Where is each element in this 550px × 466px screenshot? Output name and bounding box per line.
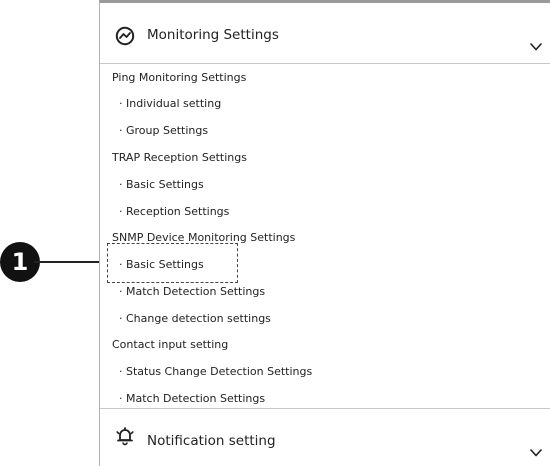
menu-item-group-settings[interactable]: · Group Settings <box>100 118 208 144</box>
menu-item-individual-setting[interactable]: · Individual setting <box>100 91 221 117</box>
chevron-down-icon[interactable] <box>530 442 542 457</box>
callout-leader-line <box>34 261 107 263</box>
chevron-down-icon[interactable] <box>530 36 542 51</box>
settings-menu-panel: Monitoring Settings Ping Monitoring Sett… <box>99 0 550 466</box>
monitoring-settings-title: Monitoring Settings <box>147 27 279 43</box>
notification-setting-header[interactable]: Notification setting <box>100 408 550 466</box>
chart-trend-icon <box>115 26 135 46</box>
menu-item-snmp-basic-settings[interactable]: · Basic Settings <box>100 252 204 278</box>
menu-item-reception-settings[interactable]: · Reception Settings <box>100 199 229 225</box>
menu-item-ping-monitoring-settings[interactable]: Ping Monitoring Settings <box>100 65 246 91</box>
monitoring-settings-header[interactable]: Monitoring Settings <box>100 6 550 64</box>
menu-item-change-detection-settings[interactable]: · Change detection settings <box>100 306 271 332</box>
menu-item-contact-input-setting[interactable]: Contact input setting <box>100 332 228 358</box>
notification-setting-title: Notification setting <box>147 433 276 449</box>
menu-item-snmp-device-monitoring-settings[interactable]: SNMP Device Monitoring Settings <box>100 225 295 251</box>
bell-icon <box>115 426 135 446</box>
menu-item-trap-basic-settings[interactable]: · Basic Settings <box>100 172 204 198</box>
menu-item-trap-reception-settings[interactable]: TRAP Reception Settings <box>100 145 247 171</box>
menu-item-status-change-detection-settings[interactable]: · Status Change Detection Settings <box>100 359 312 385</box>
menu-item-snmp-match-detection-settings[interactable]: · Match Detection Settings <box>100 279 265 305</box>
